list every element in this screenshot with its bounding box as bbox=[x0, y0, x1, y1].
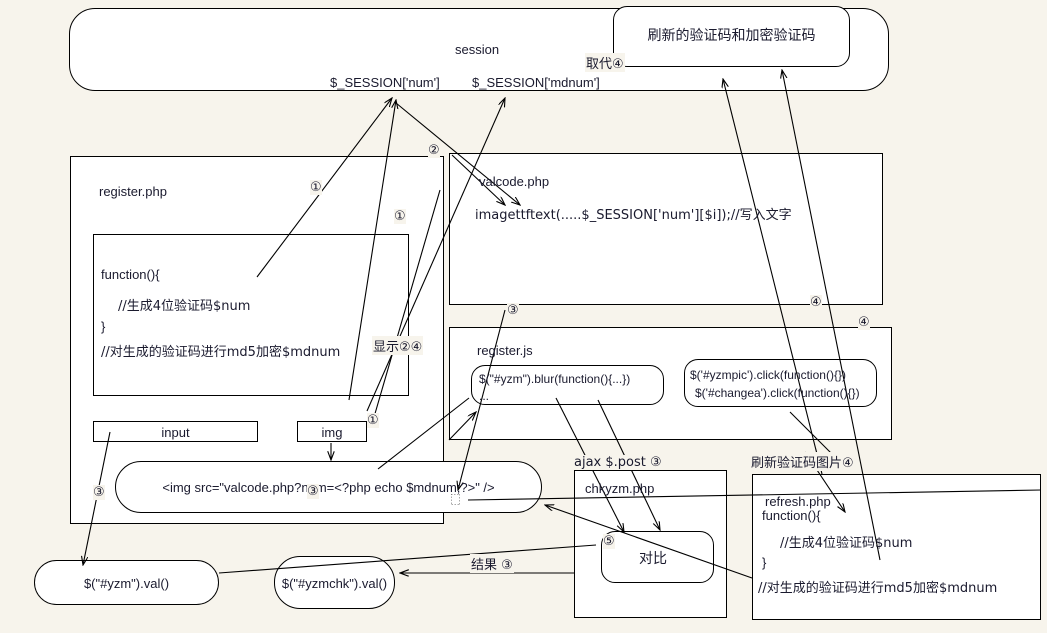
changea-click-label: $('#changea').click(function(){}) bbox=[695, 386, 860, 400]
step-badge-4a: ④ bbox=[810, 295, 822, 310]
img-element-label: img bbox=[321, 425, 343, 440]
step-badge-4b: ④ bbox=[858, 315, 870, 330]
register-php-md5-comment: //对生成的验证码进行md5加密$mdnum bbox=[101, 345, 341, 360]
ajax-post-label: ajax $.post ③ bbox=[573, 455, 663, 470]
compare-label: 对比 bbox=[639, 551, 667, 567]
text-layer: session $_SESSION['num'] $_SESSION['mdnu… bbox=[0, 0, 1047, 633]
result-label: 结果 ③ bbox=[470, 554, 514, 573]
step-badge-3c: ③ bbox=[307, 484, 319, 499]
diagram-canvas: session $_SESSION['num'] $_SESSION['mdnu… bbox=[0, 0, 1047, 633]
refreshed-captcha-label: 刷新的验证码和加密验证码 bbox=[647, 28, 816, 44]
register-php-function-close: } bbox=[101, 319, 106, 334]
yzmpic-click-label: $('#yzmpic').click(function(){}) bbox=[690, 368, 846, 382]
step-badge-1c: ① bbox=[367, 413, 379, 428]
session-num-label: $_SESSION['num'] bbox=[330, 75, 440, 90]
yzmchk-val-label: $("#yzmchk").val() bbox=[281, 576, 388, 591]
refresh-php-function-open: function(){ bbox=[762, 508, 821, 523]
text-cursor-icon bbox=[451, 494, 460, 505]
replace-label: 取代④ bbox=[585, 53, 625, 72]
step-badge-1b: ① bbox=[394, 209, 406, 224]
session-mdnum-label: $_SESSION['mdnum'] bbox=[472, 75, 600, 90]
refresh-php-md5-comment: //对生成的验证码进行md5加密$mdnum bbox=[758, 581, 998, 596]
register-js-title: register.js bbox=[477, 343, 533, 358]
yzm-val-label: $("#yzm").val() bbox=[83, 576, 170, 591]
yzm-blur-handler-label: $("#yzm").blur(function(){...}) bbox=[479, 372, 631, 386]
session-title: session bbox=[455, 42, 500, 57]
compare-badge: ⑤ bbox=[603, 534, 615, 549]
refresh-php-gen-comment: //生成4位验证码$num bbox=[780, 536, 913, 551]
img-tag-label: <img src="valcode.php?num=<?php echo $md… bbox=[162, 480, 495, 495]
refresh-image-label: 刷新验证码图片④ bbox=[750, 452, 855, 471]
step-badge-3a: ③ bbox=[507, 303, 519, 318]
register-php-title: register.php bbox=[99, 184, 167, 199]
valcode-php-code: imagettftext(.....$_SESSION['num'][$i]);… bbox=[475, 208, 792, 223]
valcode-php-title: valcode.php bbox=[479, 174, 550, 189]
input-element-label: input bbox=[161, 425, 190, 440]
show-label: 显示②④ bbox=[372, 336, 424, 355]
step-badge-2: ② bbox=[428, 143, 440, 158]
register-php-gen-comment: //生成4位验证码$num bbox=[118, 299, 251, 314]
yzm-blur-ellipsis: ... bbox=[479, 389, 490, 403]
refresh-php-function-close: } bbox=[762, 555, 767, 570]
step-badge-1a: ① bbox=[310, 180, 322, 195]
step-badge-3b: ③ bbox=[93, 485, 105, 500]
register-php-function-open: function(){ bbox=[101, 267, 160, 282]
chkyzm-php-title: chkyzm.php bbox=[585, 481, 655, 496]
